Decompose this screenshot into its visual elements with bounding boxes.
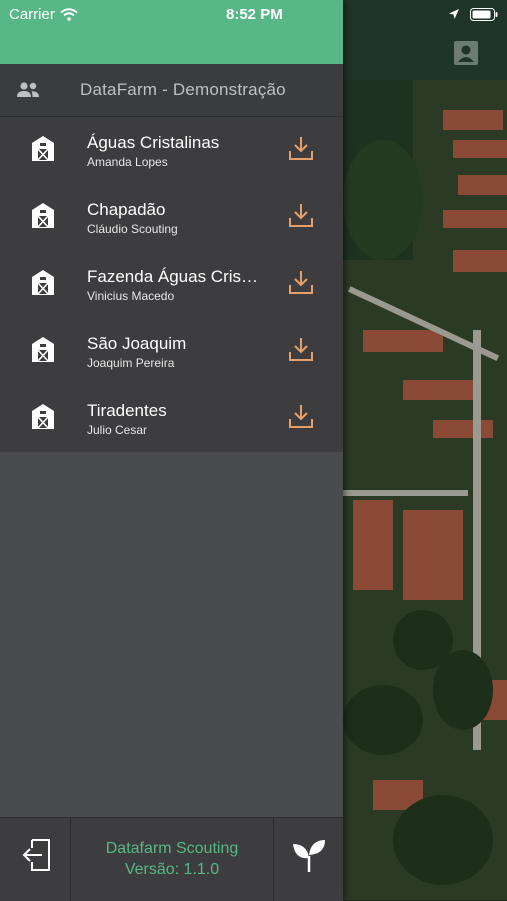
- farm-list-item[interactable]: Águas Cristalinas Amanda Lopes: [0, 117, 343, 184]
- location-arrow-icon: [449, 9, 459, 19]
- account-icon[interactable]: [453, 40, 479, 66]
- users-icon: [17, 82, 39, 97]
- download-icon[interactable]: [288, 269, 314, 295]
- status-bar: Carrier 8:52 PM: [0, 0, 343, 28]
- download-icon[interactable]: [288, 202, 314, 228]
- download-icon[interactable]: [288, 403, 314, 429]
- farm-owner: Vinicius Macedo: [87, 289, 175, 303]
- app-name: Datafarm Scouting: [105, 840, 239, 857]
- navigation-drawer: Carrier 8:52 PM DataFarm - Demonstração: [0, 0, 343, 901]
- farm-list-item[interactable]: Fazenda Águas Cristalinas Vinicius Maced…: [0, 251, 343, 318]
- farm-name: Chapadão: [87, 200, 166, 219]
- farm-name: Fazenda Águas Cristalinas: [87, 267, 262, 286]
- barn-icon: [32, 337, 54, 362]
- carrier-group: Carrier: [9, 6, 78, 23]
- app-version: Versão: 1.1.0: [124, 861, 220, 878]
- logout-button[interactable]: [0, 818, 71, 901]
- farm-list-item[interactable]: Chapadão Cláudio Scouting: [0, 184, 343, 251]
- app-info: Datafarm Scouting Versão: 1.1.0: [71, 818, 273, 901]
- status-time: 8:52 PM: [226, 6, 283, 23]
- logout-icon: [22, 839, 50, 871]
- download-icon[interactable]: [288, 336, 314, 362]
- barn-icon: [32, 270, 54, 295]
- farm-name: Tiradentes: [87, 401, 167, 420]
- carrier-label: Carrier: [9, 6, 55, 23]
- farm-name: Águas Cristalinas: [87, 133, 220, 152]
- organization-selector[interactable]: DataFarm - Demonstração: [0, 64, 343, 117]
- farm-list: Águas Cristalinas Amanda Lopes Chapadão …: [0, 117, 343, 452]
- farm-owner: Cláudio Scouting: [87, 222, 178, 236]
- wifi-icon: [60, 8, 78, 21]
- download-icon[interactable]: [288, 135, 314, 161]
- barn-icon: [32, 203, 54, 228]
- farm-list-item[interactable]: São Joaquim Joaquim Pereira: [0, 318, 343, 385]
- satellite-imagery: [343, 80, 507, 900]
- farm-owner: Julio Cesar: [87, 423, 148, 437]
- map-view[interactable]: [343, 0, 507, 900]
- status-bar-right: [448, 6, 498, 22]
- sprout-button[interactable]: [273, 818, 344, 901]
- barn-icon: [32, 404, 54, 429]
- drawer-footer: Datafarm Scouting Versão: 1.1.0: [0, 817, 343, 901]
- farm-owner: Amanda Lopes: [87, 155, 168, 169]
- sprout-icon: [293, 840, 325, 872]
- battery-icon: [470, 7, 498, 21]
- barn-icon: [32, 136, 54, 161]
- farm-name: São Joaquim: [87, 334, 187, 353]
- farm-list-item[interactable]: Tiradentes Julio Cesar: [0, 385, 343, 452]
- farm-owner: Joaquim Pereira: [87, 356, 175, 370]
- organization-name: DataFarm - Demonstração: [80, 80, 286, 99]
